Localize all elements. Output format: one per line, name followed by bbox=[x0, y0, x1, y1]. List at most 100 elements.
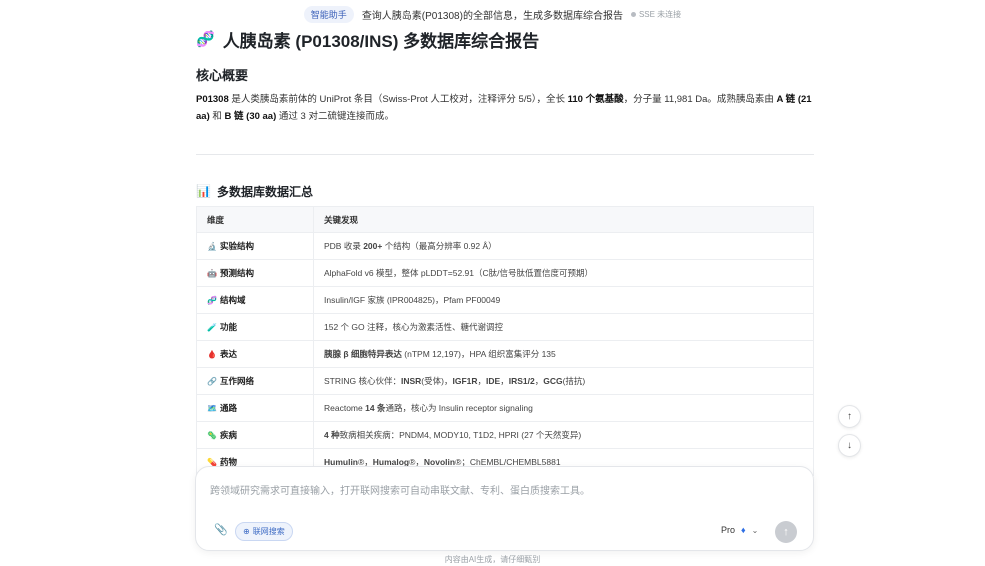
row-dimension: 🗺️ 通路 bbox=[196, 394, 314, 422]
top-bar: 智能助手 查询人胰岛素(P01308)的全部信息，生成多数据库综合报告 SSE … bbox=[0, 5, 985, 23]
summary-length: 110 个氨基酸 bbox=[567, 94, 624, 105]
finding-text: (nTPM 12,197)，HPA 组织富集评分 135 bbox=[401, 349, 556, 359]
bar-chart-icon: 📊 bbox=[196, 184, 211, 198]
table-row: 🩸 表达 胰腺 β 细胞特异表达 (nTPM 12,197)，HPA 组织富集评分… bbox=[196, 340, 814, 368]
chat-input[interactable]: 跨领域研究需求可直接输入，打开联网搜索可自动串联文献、专利、蛋白质搜索工具。 bbox=[210, 482, 590, 497]
row-dimension: 🤖 预测结构 bbox=[196, 259, 314, 287]
row-finding: 4 种致病相关疾病：PNDM4, MODY10, T1D2, HPRI (27 … bbox=[313, 421, 814, 449]
row-dimension-label: 表达 bbox=[220, 349, 238, 359]
finding-bold: GCG bbox=[543, 376, 563, 386]
divider bbox=[196, 154, 814, 155]
finding-bold: IDE bbox=[486, 376, 501, 386]
finding-text: ， bbox=[534, 376, 544, 386]
dna-icon: 🧬 bbox=[196, 31, 215, 48]
finding-bold: IRS1/2 bbox=[508, 376, 535, 386]
row-dimension-label: 实验结构 bbox=[220, 241, 255, 251]
finding-text: AlphaFold v6 模型，整体 pLDDT=52.91（C肽/信号肽低置信… bbox=[324, 268, 593, 278]
row-dimension: 🦠 疾病 bbox=[196, 421, 314, 449]
scroll-up-button[interactable]: ↑ bbox=[838, 405, 861, 428]
finding-text: ， bbox=[500, 376, 509, 386]
report-content: 🧬 人胰岛素 (P01308/INS) 多数据库综合报告 核心概要 P01308 … bbox=[196, 24, 814, 476]
row-dimension-label: 功能 bbox=[220, 322, 238, 332]
paperclip-icon: 📎 bbox=[214, 524, 228, 536]
finding-bold: INSR bbox=[400, 376, 422, 386]
scroll-down-button[interactable]: ↓ bbox=[838, 434, 861, 457]
model-selector[interactable]: Pro ♦ ⌄ bbox=[721, 525, 758, 535]
send-button[interactable]: ↑ bbox=[775, 521, 797, 543]
table-row: 🔬 实验结构 PDB 收录 200+ 个结构（最高分辨率 0.92 Å） bbox=[196, 232, 814, 260]
row-dimension: 🧬 结构域 bbox=[196, 286, 314, 314]
summary-text-3: 和 bbox=[209, 111, 225, 122]
row-dimension: 🧪 功能 bbox=[196, 313, 314, 341]
web-search-toggle[interactable]: ⊕ 联网搜索 bbox=[235, 522, 293, 541]
row-finding: 胰腺 β 细胞特异表达 (nTPM 12,197)，HPA 组织富集评分 135 bbox=[313, 340, 814, 368]
row-finding: AlphaFold v6 模型，整体 pLDDT=52.91（C肽/信号肽低置信… bbox=[313, 259, 814, 287]
summary-text-4: 通过 3 对二硫键连接而成。 bbox=[276, 111, 394, 122]
test-tube-icon: 🧪 bbox=[207, 323, 217, 332]
assistant-badge[interactable]: 智能助手 bbox=[303, 5, 354, 23]
finding-text: 个结构（最高分辨率 0.92 Å） bbox=[382, 241, 497, 251]
finding-bold: 14 条 bbox=[365, 403, 386, 413]
summary-id: P01308 bbox=[196, 94, 229, 105]
row-dimension: 🩸 表达 bbox=[196, 340, 314, 368]
summary-table: 维度 关键发现 🔬 实验结构 PDB 收录 200+ 个结构（最高分辨率 0.92… bbox=[196, 206, 814, 476]
summary-text-1: 是人类胰岛素前体的 UniProt 条目（Swiss-Prot 人工校对，注释评… bbox=[228, 94, 568, 105]
finding-text: PDB 收录 bbox=[324, 241, 364, 251]
globe-icon: ⊕ bbox=[243, 527, 250, 536]
status-dot-icon bbox=[630, 11, 636, 17]
row-dimension: 🔗 互作网络 bbox=[196, 367, 314, 395]
row-finding: PDB 收录 200+ 个结构（最高分辨率 0.92 Å） bbox=[313, 232, 814, 260]
column-header-findings: 关键发现 bbox=[313, 206, 814, 233]
finding-bold: 200+ bbox=[363, 241, 383, 251]
connection-status: SSE 未连接 bbox=[630, 9, 681, 20]
table-row: 🤖 预测结构 AlphaFold v6 模型，整体 pLDDT=52.91（C肽/… bbox=[196, 259, 814, 287]
table-row: 🧪 功能 152 个 GO 注释，核心为激素活性、糖代谢调控 bbox=[196, 313, 814, 341]
finding-bold: 4 种 bbox=[324, 430, 340, 440]
robot-icon: 🤖 bbox=[207, 269, 217, 278]
finding-text: (拮抗) bbox=[562, 376, 586, 386]
finding-text: 致病相关疾病：PNDM4, MODY10, T1D2, HPRI (27 个天然… bbox=[339, 430, 582, 440]
finding-text: ， bbox=[477, 376, 487, 386]
report-title-text: 人胰岛素 (P01308/INS) 多数据库综合报告 bbox=[222, 31, 540, 51]
table-header-row: 维度 关键发现 bbox=[196, 206, 814, 233]
table-heading: 📊 多数据库数据汇总 bbox=[196, 182, 814, 200]
link-icon: 🔗 bbox=[207, 377, 217, 386]
arrow-up-icon: ↑ bbox=[847, 411, 852, 422]
finding-bold: IGF1R bbox=[452, 376, 478, 386]
finding-text: (受体)， bbox=[421, 376, 453, 386]
summary-paragraph: P01308 是人类胰岛素前体的 UniProt 条目（Swiss-Prot 人… bbox=[196, 91, 814, 125]
chevron-down-icon: ⌄ bbox=[751, 525, 759, 535]
report-title: 🧬 人胰岛素 (P01308/INS) 多数据库综合报告 bbox=[196, 26, 814, 52]
row-dimension-label: 疾病 bbox=[220, 430, 238, 440]
disclaimer: 内容由AI生成，请仔细甄别 bbox=[444, 555, 541, 564]
model-label: Pro bbox=[721, 525, 736, 535]
table-row: 🔗 互作网络 STRING 核心伙伴：INSR(受体)，IGF1R，IDE，IRS… bbox=[196, 367, 814, 395]
row-finding: STRING 核心伙伴：INSR(受体)，IGF1R，IDE，IRS1/2，GC… bbox=[313, 367, 814, 395]
row-dimension-label: 互作网络 bbox=[220, 376, 255, 386]
summary-heading: 核心概要 bbox=[196, 68, 249, 83]
blood-drop-icon: 🩸 bbox=[207, 350, 217, 359]
row-finding: Insulin/IGF 家族 (IPR004825)，Pfam PF00049 bbox=[313, 286, 814, 314]
table-row: 🦠 疾病 4 种致病相关疾病：PNDM4, MODY10, T1D2, HPRI … bbox=[196, 421, 814, 449]
attach-button[interactable]: 📎 bbox=[214, 523, 228, 536]
table-row: 🧬 结构域 Insulin/IGF 家族 (IPR004825)，Pfam PF0… bbox=[196, 286, 814, 314]
row-dimension: 🔬 实验结构 bbox=[196, 232, 314, 260]
finding-text: 通路，核心为 Insulin receptor signaling bbox=[385, 403, 533, 413]
diamond-icon: ♦ bbox=[741, 525, 746, 535]
row-dimension-label: 预测结构 bbox=[220, 268, 255, 278]
summary-text-2: ，分子量 11,981 Da。成熟胰岛素由 bbox=[623, 94, 777, 105]
web-search-label: 联网搜索 bbox=[252, 527, 285, 536]
column-header-dimension: 维度 bbox=[196, 206, 314, 233]
map-icon: 🗺️ bbox=[207, 404, 217, 413]
finding-bold: 胰腺 β 细胞特异表达 bbox=[324, 349, 402, 359]
table-heading-text: 多数据库数据汇总 bbox=[216, 184, 313, 199]
send-icon: ↑ bbox=[783, 526, 789, 538]
microscope-icon: 🔬 bbox=[207, 242, 217, 251]
row-finding: Reactome 14 条通路，核心为 Insulin receptor sig… bbox=[313, 394, 814, 422]
finding-text: 152 个 GO 注释，核心为激素活性、糖代谢调控 bbox=[324, 322, 503, 332]
table-row: 🗺️ 通路 Reactome 14 条通路，核心为 Insulin recepto… bbox=[196, 394, 814, 422]
row-dimension-label: 结构域 bbox=[220, 295, 246, 305]
microbe-icon: 🦠 bbox=[207, 431, 217, 440]
chat-input-panel: 跨领域研究需求可直接输入，打开联网搜索可自动串联文献、专利、蛋白质搜索工具。 📎… bbox=[195, 466, 814, 551]
dna-icon: 🧬 bbox=[207, 296, 217, 305]
